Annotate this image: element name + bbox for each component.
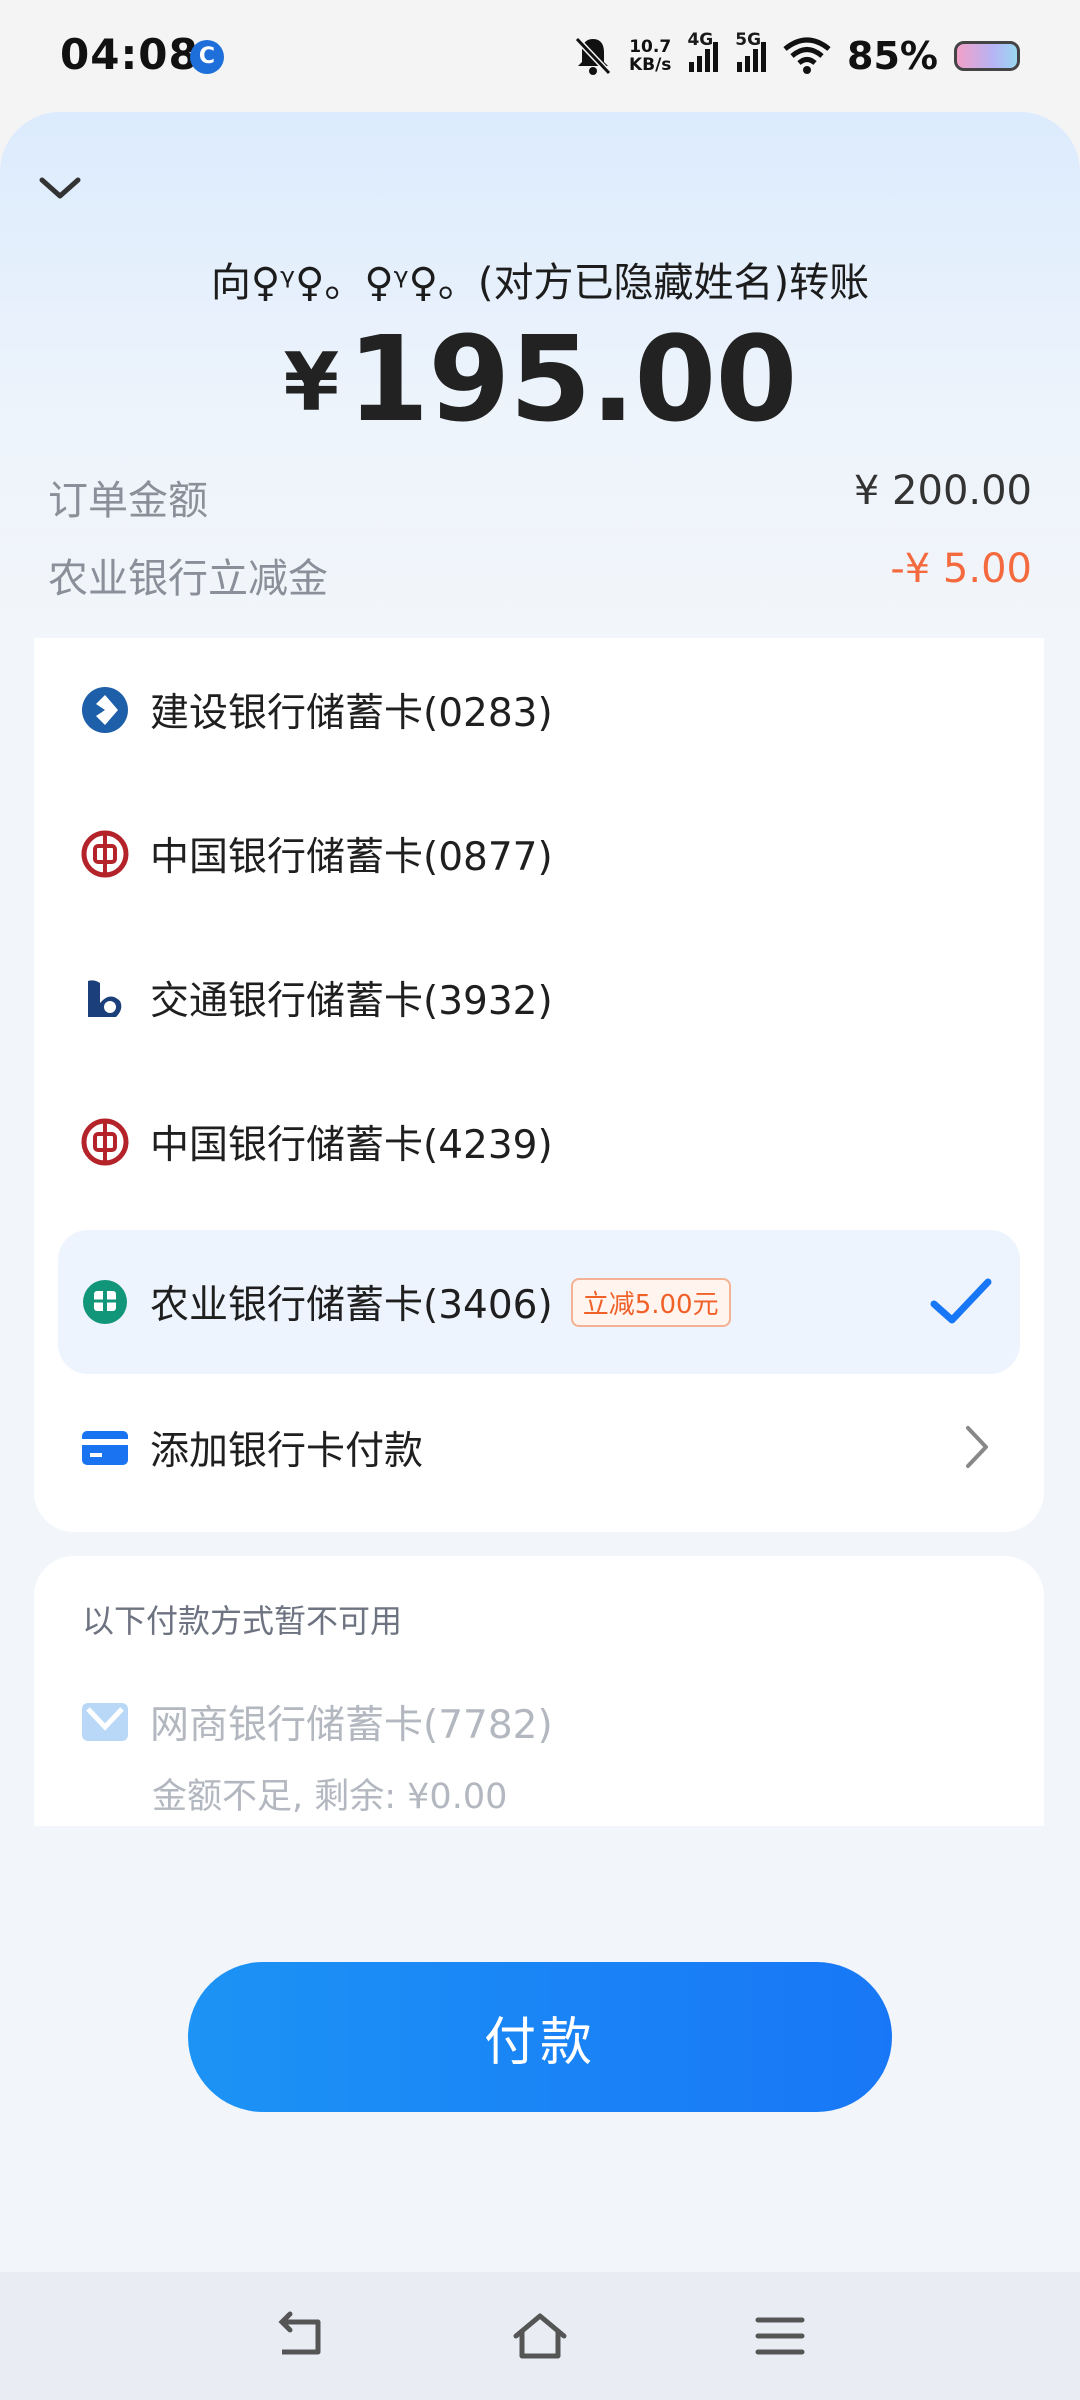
unavailable-card-row: 网商银行储蓄卡(7782) xyxy=(80,1694,553,1750)
order-amount-value: ¥ 200.00 xyxy=(853,468,1032,514)
card-label: 中国银行储蓄卡(4239) xyxy=(150,1123,553,1168)
wifi-icon xyxy=(783,37,831,74)
card-option-bocom-3932[interactable]: 交通银行储蓄卡(3932) xyxy=(58,926,1020,1070)
payment-method-list: 建设银行储蓄卡(0283) 中国银行储蓄卡(0877) 交通银行储蓄卡(3932… xyxy=(34,638,1044,1532)
card-icon xyxy=(82,1431,128,1465)
order-amount-row: 订单金额 ¥ 200.00 xyxy=(48,468,1032,526)
home-nav-icon[interactable] xyxy=(512,2310,568,2362)
card-label: 中国银行储蓄卡(0877) xyxy=(150,835,553,880)
card-label: 农业银行储蓄卡(3406) xyxy=(150,1283,553,1328)
card-option-ccb-0283[interactable]: 建设银行储蓄卡(0283) xyxy=(58,638,1020,782)
discount-value: -¥ 5.00 xyxy=(890,546,1032,592)
signal-4g-icon: 4G xyxy=(687,30,719,72)
ccb-bank-icon xyxy=(82,687,128,733)
currency-symbol: ¥ xyxy=(283,336,340,429)
mute-bell-icon xyxy=(574,36,612,76)
card-option-boc-4239[interactable]: 中国银行储蓄卡(4239) xyxy=(58,1070,1020,1214)
payee-title: 向♀ᵞ♀。♀ᵞ♀。(对方已隐藏姓名)转账 xyxy=(210,260,870,306)
card-label: 交通银行储蓄卡(3932) xyxy=(150,979,553,1024)
signal-5g-icon: 5G xyxy=(735,30,767,72)
card-label: 建设银行储蓄卡(0283) xyxy=(150,691,553,736)
discount-row: 农业银行立减金 -¥ 5.00 xyxy=(48,546,1032,604)
unavailable-title: 以下付款方式暂不可用 xyxy=(82,1602,403,1640)
unavailable-card-label: 网商银行储蓄卡(7782) xyxy=(150,1703,553,1748)
chevron-right-icon xyxy=(966,1426,988,1468)
card-option-boc-0877[interactable]: 中国银行储蓄卡(0877) xyxy=(58,782,1020,926)
mybank-icon xyxy=(82,1703,128,1741)
boc-bank-icon xyxy=(81,830,129,878)
menu-nav-icon[interactable] xyxy=(752,2310,808,2362)
system-nav-bar xyxy=(0,2272,1080,2400)
payment-amount: ¥195.00 xyxy=(0,310,1080,448)
battery-icon xyxy=(954,41,1020,71)
chevron-down-icon[interactable] xyxy=(30,158,90,218)
unavailable-methods: 以下付款方式暂不可用 网商银行储蓄卡(7782) 金额不足, 剩余: ¥0.00 xyxy=(34,1556,1044,1826)
abc-bank-icon xyxy=(83,1280,127,1324)
status-icons: 10.7 KB/s 4G 5G 85% xyxy=(573,30,1020,82)
pay-button[interactable]: 付款 xyxy=(188,1962,892,2112)
add-card-row[interactable]: 添加银行卡付款 xyxy=(58,1376,1020,1520)
payment-sheet: 向♀ᵞ♀。♀ᵞ♀。(对方已隐藏姓名)转账 ¥195.00 订单金额 ¥ 200.… xyxy=(0,112,1080,2272)
bocom-bank-icon xyxy=(88,980,122,1017)
status-time: 04:08 xyxy=(60,30,199,79)
notification-app-icon: C xyxy=(190,40,224,74)
boc-bank-icon xyxy=(81,1118,129,1166)
battery-percent: 85% xyxy=(847,34,938,78)
net-speed: 10.7 KB/s xyxy=(628,37,672,75)
amount-value: 195.00 xyxy=(347,310,797,448)
unavailable-card-reason: 金额不足, 剩余: ¥0.00 xyxy=(152,1777,508,1817)
card-option-abc-3406[interactable]: 农业银行储蓄卡(3406) 立减5.00元 xyxy=(58,1230,1020,1374)
back-nav-icon[interactable] xyxy=(272,2310,328,2362)
add-card-label: 添加银行卡付款 xyxy=(150,1429,424,1474)
order-amount-label: 订单金额 xyxy=(48,478,208,524)
discount-label: 农业银行立减金 xyxy=(48,556,328,602)
status-bar: 04:08 C 10.7 KB/s 4G 5G 85% xyxy=(0,0,1080,112)
checkmark-icon xyxy=(930,1278,992,1324)
promo-badge: 立减5.00元 xyxy=(570,1277,731,1327)
